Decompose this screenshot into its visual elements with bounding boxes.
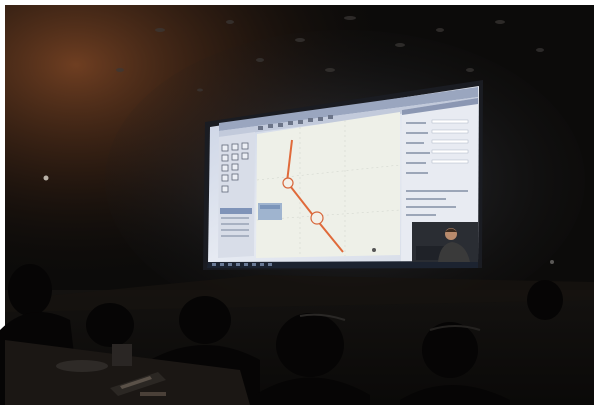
map-canvas	[256, 112, 400, 258]
line-icon	[298, 120, 303, 124]
layer-selected-row	[220, 208, 252, 214]
property-label	[406, 142, 424, 144]
browser-icon	[236, 263, 240, 266]
property-label	[406, 214, 436, 216]
tool-icon	[221, 164, 229, 172]
tool-icon	[241, 142, 249, 150]
polygon-icon	[308, 118, 313, 122]
app-icon	[252, 263, 256, 266]
tool-icon	[241, 152, 249, 160]
property-label	[406, 206, 456, 208]
table-item	[56, 360, 108, 372]
audience-head	[179, 296, 231, 344]
tool-icon	[231, 143, 239, 151]
layer-row	[221, 235, 249, 237]
route-waypoint	[282, 177, 294, 189]
property-label	[406, 122, 426, 124]
audience-head	[8, 264, 52, 316]
property-field	[431, 119, 469, 124]
task-view-icon	[228, 263, 232, 266]
tool-icon	[221, 185, 229, 193]
app-icon	[268, 263, 272, 266]
property-label	[406, 152, 430, 154]
map-thumbnail-header	[260, 205, 280, 209]
layer-row	[221, 217, 249, 219]
node-icon	[288, 121, 293, 125]
route-waypoint	[310, 211, 324, 225]
pen	[140, 392, 166, 396]
select-icon	[258, 126, 263, 130]
tool-icon	[231, 153, 239, 161]
wall-light	[43, 175, 49, 181]
property-label	[406, 172, 428, 174]
tool-icon	[221, 154, 229, 162]
audience-head	[276, 313, 344, 377]
property-label	[406, 132, 428, 134]
wall-light	[550, 260, 554, 264]
audience-head	[527, 280, 563, 320]
measure-icon	[318, 117, 323, 121]
start-icon	[212, 263, 216, 266]
property-field	[431, 159, 469, 164]
map-marker	[372, 248, 376, 252]
conference-photo	[0, 0, 600, 410]
pan-icon	[268, 124, 273, 128]
layer-row	[221, 223, 249, 225]
audience-head	[86, 303, 134, 347]
photo-scene	[0, 0, 600, 410]
property-label	[406, 162, 426, 164]
property-label	[406, 190, 468, 192]
property-field	[431, 129, 469, 134]
app-icon	[260, 263, 264, 266]
layer-row	[221, 229, 249, 231]
zoom-icon	[278, 123, 283, 127]
tool-icon	[231, 173, 239, 181]
tool-icon	[221, 144, 229, 152]
search-icon	[220, 263, 224, 266]
property-field	[431, 139, 469, 144]
presenter-inset	[412, 222, 478, 262]
save-icon	[328, 115, 333, 119]
property-field	[431, 149, 469, 154]
tool-icon	[231, 163, 239, 171]
cup	[112, 344, 132, 366]
property-label	[406, 198, 446, 200]
tool-icon	[221, 174, 229, 182]
folder-icon	[244, 263, 248, 266]
